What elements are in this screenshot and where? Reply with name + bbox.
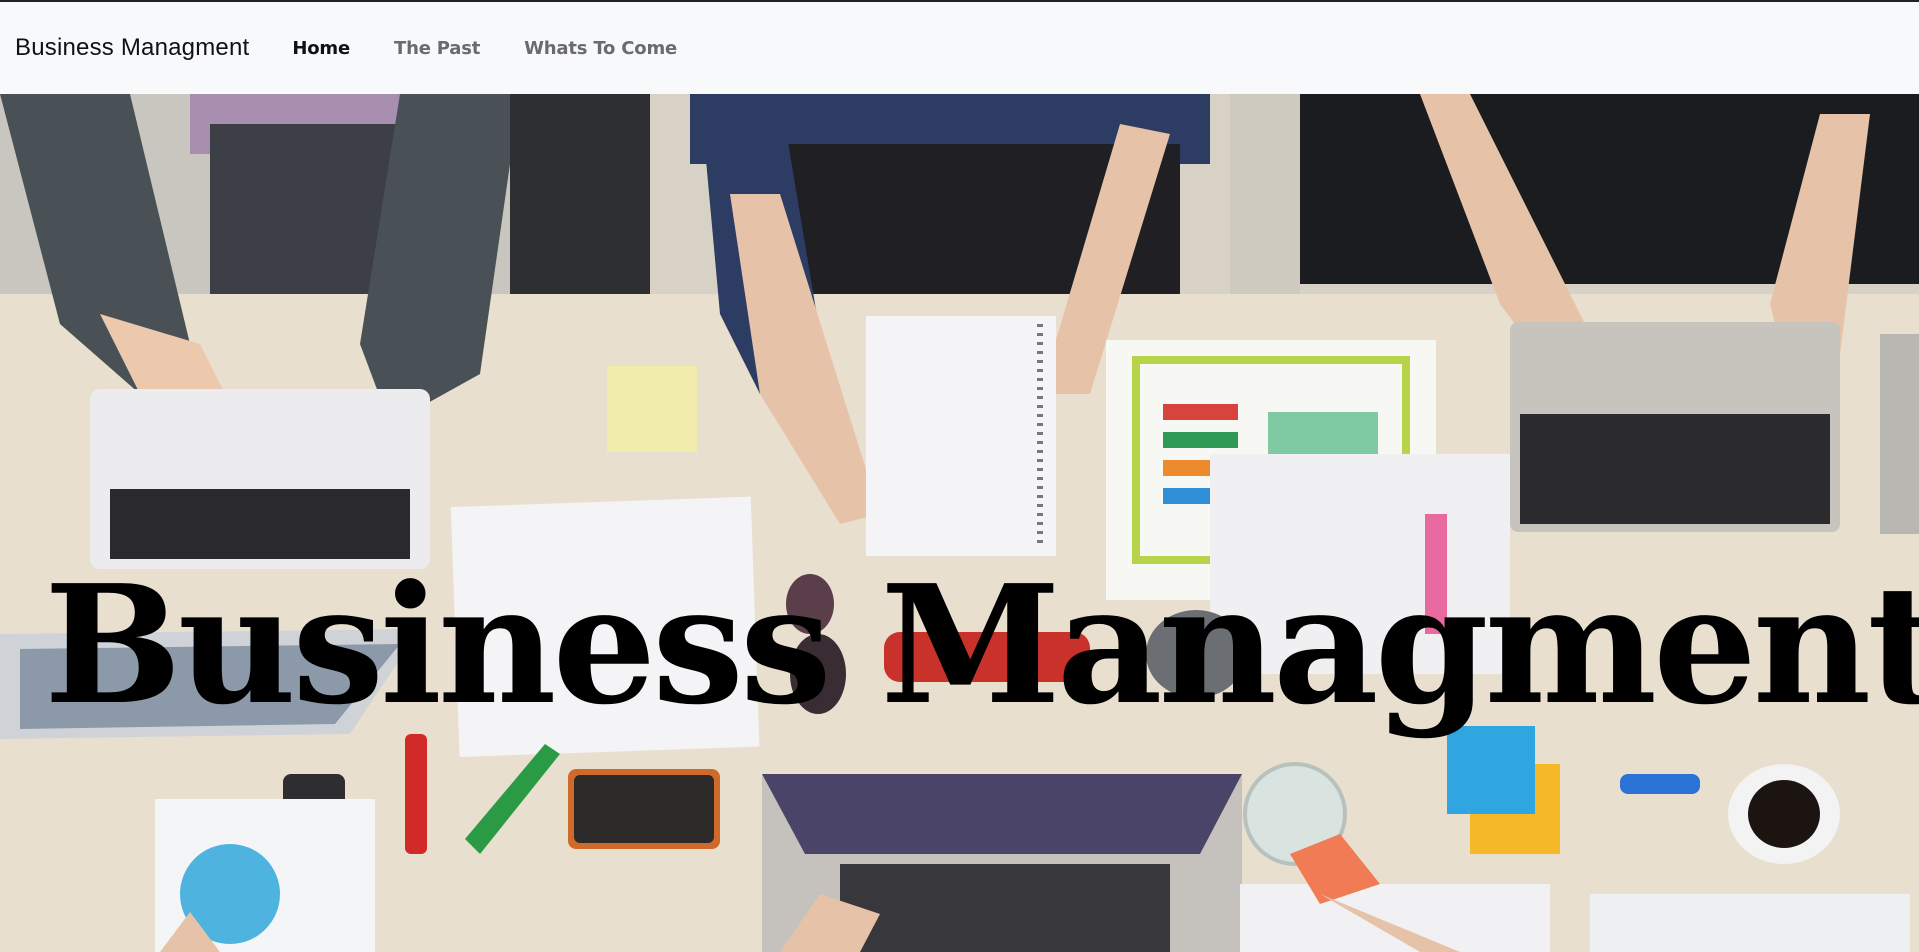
top-navbar: Business Managment Home The Past Whats T… [0, 0, 1919, 94]
brand-link[interactable]: Business Managment [15, 34, 249, 62]
hero-banner: Business Managment [0, 94, 1919, 952]
hero-title: Business Managment [44, 550, 1919, 741]
nav-link-whats-to-come[interactable]: Whats To Come [524, 38, 677, 59]
hero-background-image [0, 94, 1919, 952]
nav-link-home[interactable]: Home [292, 38, 350, 59]
nav-link-the-past[interactable]: The Past [394, 38, 480, 59]
